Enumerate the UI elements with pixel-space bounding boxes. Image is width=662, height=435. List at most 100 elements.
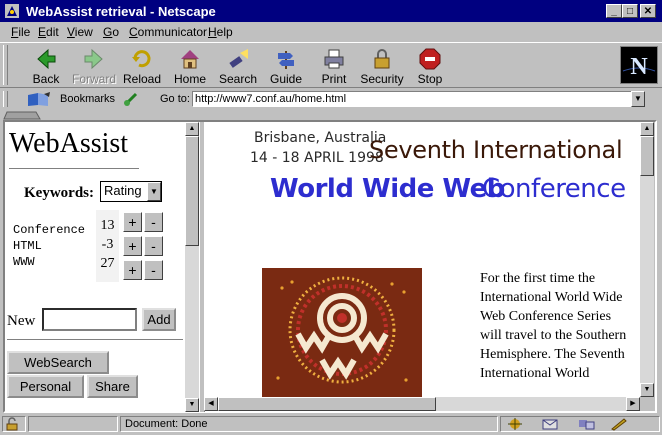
bookmarks-label[interactable]: Bookmarks [60, 93, 115, 105]
home-label: Home [173, 72, 206, 86]
netscape-throbber-logo[interactable]: N [620, 46, 658, 84]
toolbar-collapse-tab[interactable] [2, 111, 42, 120]
page-horizontal-scrollbar[interactable]: ◀ ▶ [204, 397, 640, 411]
conference-heading-line1: Seventh International [369, 136, 623, 164]
keyword-term: Conference [13, 223, 86, 237]
conference-dates: 14 - 18 APRIL 1998 [250, 150, 384, 166]
guide-signpost-icon [278, 51, 294, 69]
scroll-up-arrow-icon[interactable]: ▲ [640, 122, 654, 136]
progress-panel [28, 416, 118, 432]
decrease-button[interactable]: - [144, 236, 163, 256]
location-toolbar: Bookmarks Go to: http://www7.conf.au/hom… [0, 89, 662, 111]
guide-button[interactable]: Guide [262, 45, 310, 87]
scroll-right-arrow-icon[interactable]: ▶ [626, 397, 640, 411]
search-label: Search [218, 72, 258, 86]
keyword-score: 27 [100, 256, 115, 271]
new-keyword-label: New [7, 313, 36, 329]
keyword-term: HTML [13, 239, 42, 253]
reload-icon [132, 50, 151, 68]
increase-button[interactable]: + [123, 212, 142, 232]
back-arrow-icon [37, 48, 56, 70]
scroll-down-arrow-icon[interactable]: ▼ [185, 398, 199, 412]
svg-text:N: N [630, 54, 648, 80]
print-label: Print [321, 72, 347, 86]
home-button[interactable]: Home [166, 45, 214, 87]
search-flashlight-icon [229, 49, 248, 68]
add-keyword-button[interactable]: Add [142, 308, 176, 331]
security-button[interactable]: Security [358, 45, 406, 87]
increase-button[interactable]: + [123, 236, 142, 256]
location-grip[interactable] [3, 91, 8, 107]
forward-button[interactable]: Forward [70, 45, 118, 87]
menu-help[interactable]: Help [208, 25, 233, 39]
bookmarks-icon[interactable] [26, 91, 52, 107]
share-button[interactable]: Share [87, 375, 138, 398]
back-button[interactable]: Back [22, 45, 70, 87]
new-keyword-input[interactable] [42, 308, 137, 331]
title-bar: WebAssist retrieval - Netscape _ □ ✕ [0, 0, 662, 22]
component-bar [500, 416, 660, 432]
scroll-down-arrow-icon[interactable]: ▼ [640, 383, 654, 397]
navigation-toolbar: Back Forward Reload Home Search Guide Pr… [0, 42, 662, 88]
menu-go[interactable]: Go [103, 25, 119, 39]
status-text: Document: Done [120, 416, 498, 432]
security-status-panel[interactable] [2, 416, 26, 432]
websearch-button[interactable]: WebSearch [7, 351, 109, 374]
maximize-button[interactable]: □ [622, 4, 638, 18]
decrease-button[interactable]: - [144, 260, 163, 280]
scroll-thumb[interactable] [640, 136, 654, 176]
keyword-score: -3 [101, 237, 114, 252]
conference-heading-conference: Conference [482, 174, 626, 204]
forward-arrow-icon [84, 48, 103, 70]
keyword-term: WWW [13, 255, 35, 269]
reload-button[interactable]: Reload [118, 45, 166, 87]
conference-page-frame: Brisbane, Australia 14 - 18 APRIL 1998 S… [204, 122, 640, 397]
scroll-up-arrow-icon[interactable]: ▲ [185, 122, 199, 136]
stop-sign-icon [419, 48, 441, 70]
increase-button[interactable]: + [123, 260, 142, 280]
forward-label: Forward [71, 72, 116, 86]
webassist-title: WebAssist [9, 128, 129, 159]
left-frame-scrollbar[interactable]: ▲ ▼ [185, 122, 199, 412]
conference-location: Brisbane, Australia [254, 130, 387, 146]
menu-file[interactable]: File [11, 25, 30, 39]
scroll-corner [640, 397, 654, 411]
conference-heading-www: World Wide Web [270, 174, 505, 204]
decrease-button[interactable]: - [144, 212, 163, 232]
home-icon [181, 50, 199, 69]
navigator-icon[interactable] [505, 417, 525, 431]
webassist-frame: WebAssist Keywords: Rating ▼ Conference … [5, 122, 185, 412]
url-history-dropdown[interactable]: ▼ [631, 91, 645, 107]
reload-label: Reload [122, 72, 162, 86]
mail-icon[interactable] [541, 417, 561, 431]
page-proxy-icon[interactable] [123, 91, 139, 107]
window-title: WebAssist retrieval - Netscape [26, 4, 216, 19]
print-button[interactable]: Print [310, 45, 358, 87]
back-label: Back [32, 72, 60, 86]
section-divider [7, 339, 183, 343]
stop-button[interactable]: Stop [406, 45, 454, 87]
conference-intro-text: For the first time the International Wor… [480, 271, 627, 381]
minimize-button[interactable]: _ [606, 4, 622, 18]
search-button[interactable]: Search [214, 45, 262, 87]
menu-view[interactable]: View [67, 25, 93, 39]
security-label: Security [360, 72, 404, 86]
scroll-thumb[interactable] [185, 136, 199, 246]
page-vertical-scrollbar[interactable]: ▲ ▼ [640, 122, 654, 397]
composer-icon[interactable] [609, 417, 629, 431]
printer-icon [324, 49, 344, 69]
chevron-down-icon[interactable]: ▼ [147, 182, 161, 201]
menu-edit[interactable]: Edit [38, 25, 59, 39]
unlocked-padlock-icon [6, 417, 18, 431]
keyword-sort-select[interactable]: Rating ▼ [100, 181, 162, 202]
url-input[interactable]: http://www7.conf.au/home.html [192, 91, 636, 107]
menu-communicator[interactable]: Communicator [129, 25, 207, 39]
personal-button[interactable]: Personal [7, 375, 84, 398]
padlock-icon [374, 49, 390, 69]
scroll-left-arrow-icon[interactable]: ◀ [204, 397, 218, 411]
toolbar-grip[interactable] [3, 45, 8, 85]
close-button[interactable]: ✕ [640, 4, 656, 18]
discussion-groups-icon[interactable] [577, 417, 597, 431]
stop-label: Stop [417, 72, 443, 86]
scroll-thumb[interactable] [218, 397, 436, 411]
